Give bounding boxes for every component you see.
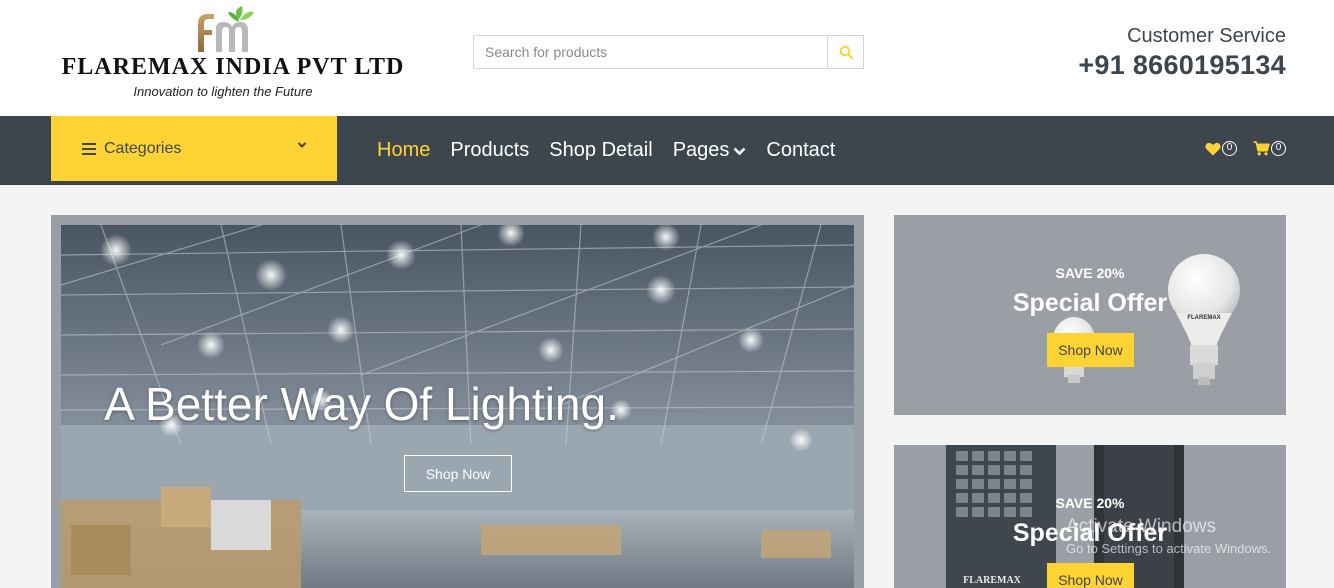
wishlist-count: 0 [1222,141,1237,156]
search-button[interactable] [827,36,863,68]
nav-contact[interactable]: Contact [766,139,835,162]
categories-label: Categories [104,139,182,157]
nav-shop-detail[interactable]: Shop Detail [549,139,652,162]
cart-count: 0 [1271,141,1286,156]
search-icon [839,45,853,59]
customer-service-phone[interactable]: +91 8660195134 [1078,48,1286,82]
offer-kicker: SAVE 20% [1055,265,1125,281]
nav-products[interactable]: Products [450,139,529,162]
hero-title-text: A Better Way Of Lighting. [104,378,619,430]
wishlist-button[interactable]: 0 [1205,141,1237,156]
cart-button[interactable]: 0 [1253,141,1286,156]
search-input[interactable] [474,36,828,68]
hero-carousel: A Better Way Of Lighting. Shop Now [51,215,864,588]
menu-bars-icon [82,142,96,155]
offer-shop-now-button[interactable]: Shop Now [1047,563,1134,588]
nav-pages-label: Pages [672,139,730,161]
search-bar [473,35,864,69]
heart-icon [1205,142,1221,155]
offer-card: FLAREMAX FLAREMAX SAVE 20% Special Offer… [894,215,1286,415]
customer-service-label: Customer Service [1127,25,1286,47]
fm-logo-mark [198,6,254,52]
watermark-line-1: Activate Windows [1066,516,1216,537]
brand-logo[interactable]: FLAREMAX INDIA PVT LTD Innovation to lig… [58,6,408,106]
offer-kicker: SAVE 20% [1055,495,1125,511]
offer-title: Special Offer [1012,289,1168,317]
main-navbar: Categories Home Products Shop Detail Pag… [0,116,1334,185]
nav-home[interactable]: Home [377,139,430,162]
offer-shop-now-button[interactable]: Shop Now [1047,333,1134,367]
windows-activation-watermark: Activate Windows Go to Settings to activ… [1066,516,1271,560]
customer-service: Customer Service +91 8660195134 [1078,24,1286,82]
nav-pages[interactable]: Pages [673,139,747,162]
hero-title: A Better Way Of Lighting. [61,377,854,431]
categories-dropdown[interactable]: Categories [51,116,337,181]
street-light-brand-label: FLAREMAX [963,575,1022,586]
hero-image: A Better Way Of Lighting. Shop Now [61,225,854,588]
brand-tagline: Innovation to lighten the Future [133,84,313,99]
chevron-down-icon [297,142,307,148]
hero-shop-now-button[interactable]: Shop Now [404,455,512,492]
watermark-line-2: Go to Settings to activate Windows. [1066,541,1272,556]
chevron-down-icon [734,147,746,155]
brand-name: FLAREMAX INDIA PVT LTD [61,54,405,80]
cart-icon [1253,141,1270,156]
nav-menu: Home Products Shop Detail Pages Contact [377,116,855,185]
nav-icons: 0 0 [1189,141,1286,156]
site-header: FLAREMAX INDIA PVT LTD Innovation to lig… [0,0,1334,116]
